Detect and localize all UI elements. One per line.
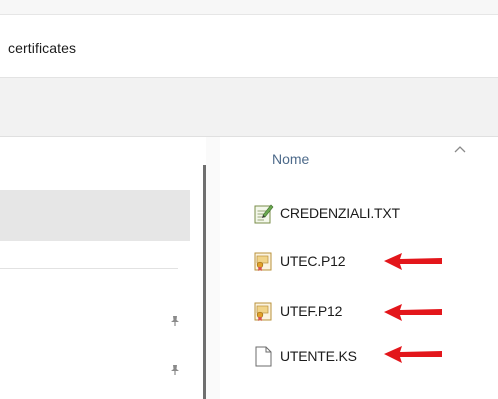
red-arrow-annotation bbox=[384, 304, 442, 321]
file-item[interactable]: UTEC.P12 bbox=[252, 249, 346, 273]
nav-divider bbox=[0, 268, 178, 269]
file-item[interactable]: CREDENZIALI.TXT bbox=[252, 201, 400, 225]
red-arrow-annotation bbox=[384, 253, 442, 270]
red-arrow-annotation bbox=[384, 346, 442, 363]
pane-splitter[interactable] bbox=[203, 165, 206, 399]
file-name: UTEF.P12 bbox=[280, 303, 343, 319]
file-name: CREDENZIALI.TXT bbox=[280, 205, 400, 221]
text-file-icon bbox=[254, 204, 274, 224]
nav-item-selected[interactable] bbox=[0, 190, 190, 241]
window-top-strip bbox=[0, 0, 498, 15]
pin-icon[interactable] bbox=[170, 315, 180, 327]
file-item[interactable]: UTEF.P12 bbox=[252, 299, 342, 323]
blank-file-icon bbox=[255, 346, 272, 367]
toolbar bbox=[0, 78, 498, 137]
pane-splitter-area[interactable] bbox=[206, 137, 220, 399]
address-path[interactable]: certificates bbox=[8, 40, 76, 56]
file-item[interactable]: UTENTE.KS bbox=[252, 344, 357, 368]
certificate-file-icon bbox=[254, 302, 272, 321]
file-name: UTENTE.KS bbox=[280, 348, 357, 364]
file-name: UTEC.P12 bbox=[280, 253, 346, 269]
certificate-file-icon bbox=[254, 252, 272, 271]
sort-chevron-icon[interactable] bbox=[454, 140, 466, 153]
column-header-name[interactable]: Nome bbox=[272, 151, 309, 167]
pin-icon[interactable] bbox=[170, 364, 180, 376]
